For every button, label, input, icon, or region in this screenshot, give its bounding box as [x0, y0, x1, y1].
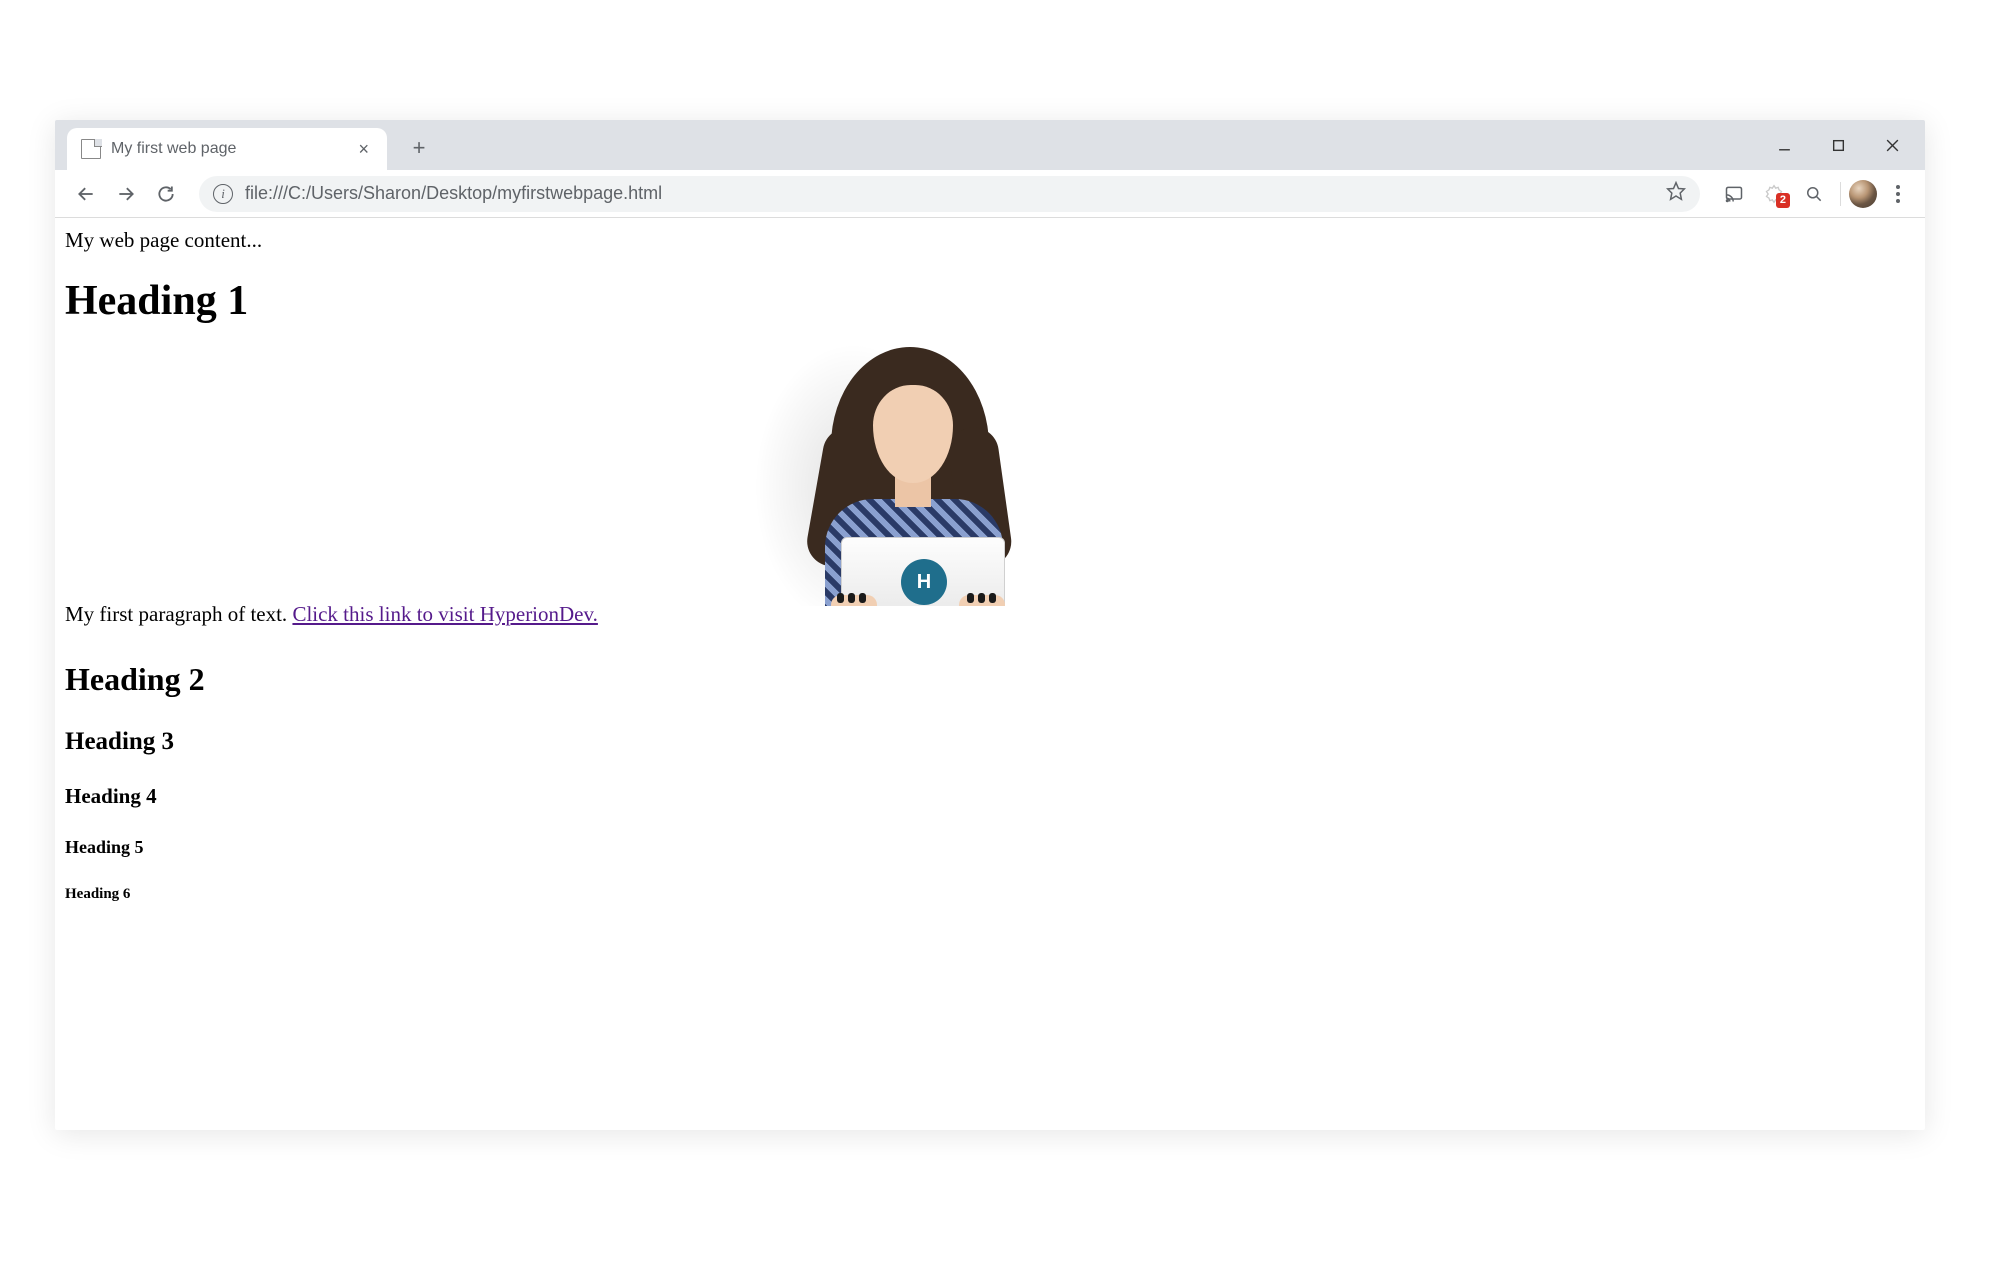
- content-image: H: [745, 341, 1055, 606]
- url-text: file:///C:/Users/Sharon/Desktop/myfirstw…: [245, 183, 662, 204]
- heading-2: Heading 2: [65, 661, 1915, 698]
- intro-text: My web page content...: [65, 228, 1915, 253]
- heading-1: Heading 1: [65, 277, 1915, 325]
- content-link[interactable]: Click this link to visit HyperionDev.: [292, 602, 597, 626]
- page-icon: [81, 139, 101, 159]
- image-row: H: [65, 341, 1915, 606]
- maximize-button[interactable]: [1811, 125, 1865, 165]
- bookmark-star-icon[interactable]: [1666, 181, 1686, 206]
- profile-avatar[interactable]: [1849, 180, 1877, 208]
- address-bar[interactable]: i file:///C:/Users/Sharon/Desktop/myfirs…: [199, 176, 1700, 212]
- window-controls: [1757, 120, 1919, 170]
- toolbar-right: 2: [1712, 176, 1915, 212]
- heading-3: Heading 3: [65, 728, 1915, 756]
- back-button[interactable]: [69, 177, 103, 211]
- site-info-icon[interactable]: i: [213, 184, 233, 204]
- reload-button[interactable]: [149, 177, 183, 211]
- laptop-logo: H: [901, 559, 947, 605]
- forward-button[interactable]: [109, 177, 143, 211]
- tab-strip: My first web page × +: [55, 120, 1925, 170]
- new-tab-button[interactable]: +: [405, 134, 433, 162]
- browser-tab[interactable]: My first web page ×: [67, 128, 387, 170]
- toolbar-divider: [1840, 182, 1841, 206]
- heading-4: Heading 4: [65, 784, 1915, 809]
- paragraph-prefix: My first paragraph of text.: [65, 602, 292, 626]
- toolbar: i file:///C:/Users/Sharon/Desktop/myfirs…: [55, 170, 1925, 218]
- page-content: My web page content... Heading 1 H: [55, 218, 1925, 911]
- more-menu-button[interactable]: [1881, 177, 1915, 211]
- tab-title: My first web page: [111, 140, 354, 158]
- search-icon[interactable]: [1796, 176, 1832, 212]
- browser-window: My first web page × + i file: [55, 120, 1925, 1130]
- close-tab-button[interactable]: ×: [354, 139, 373, 160]
- heading-6: Heading 6: [65, 886, 1915, 903]
- heading-5: Heading 5: [65, 837, 1915, 858]
- notification-badge: 2: [1776, 193, 1790, 208]
- extension-icon[interactable]: 2: [1756, 176, 1792, 212]
- cast-icon[interactable]: [1716, 176, 1752, 212]
- close-window-button[interactable]: [1865, 125, 1919, 165]
- minimize-button[interactable]: [1757, 125, 1811, 165]
